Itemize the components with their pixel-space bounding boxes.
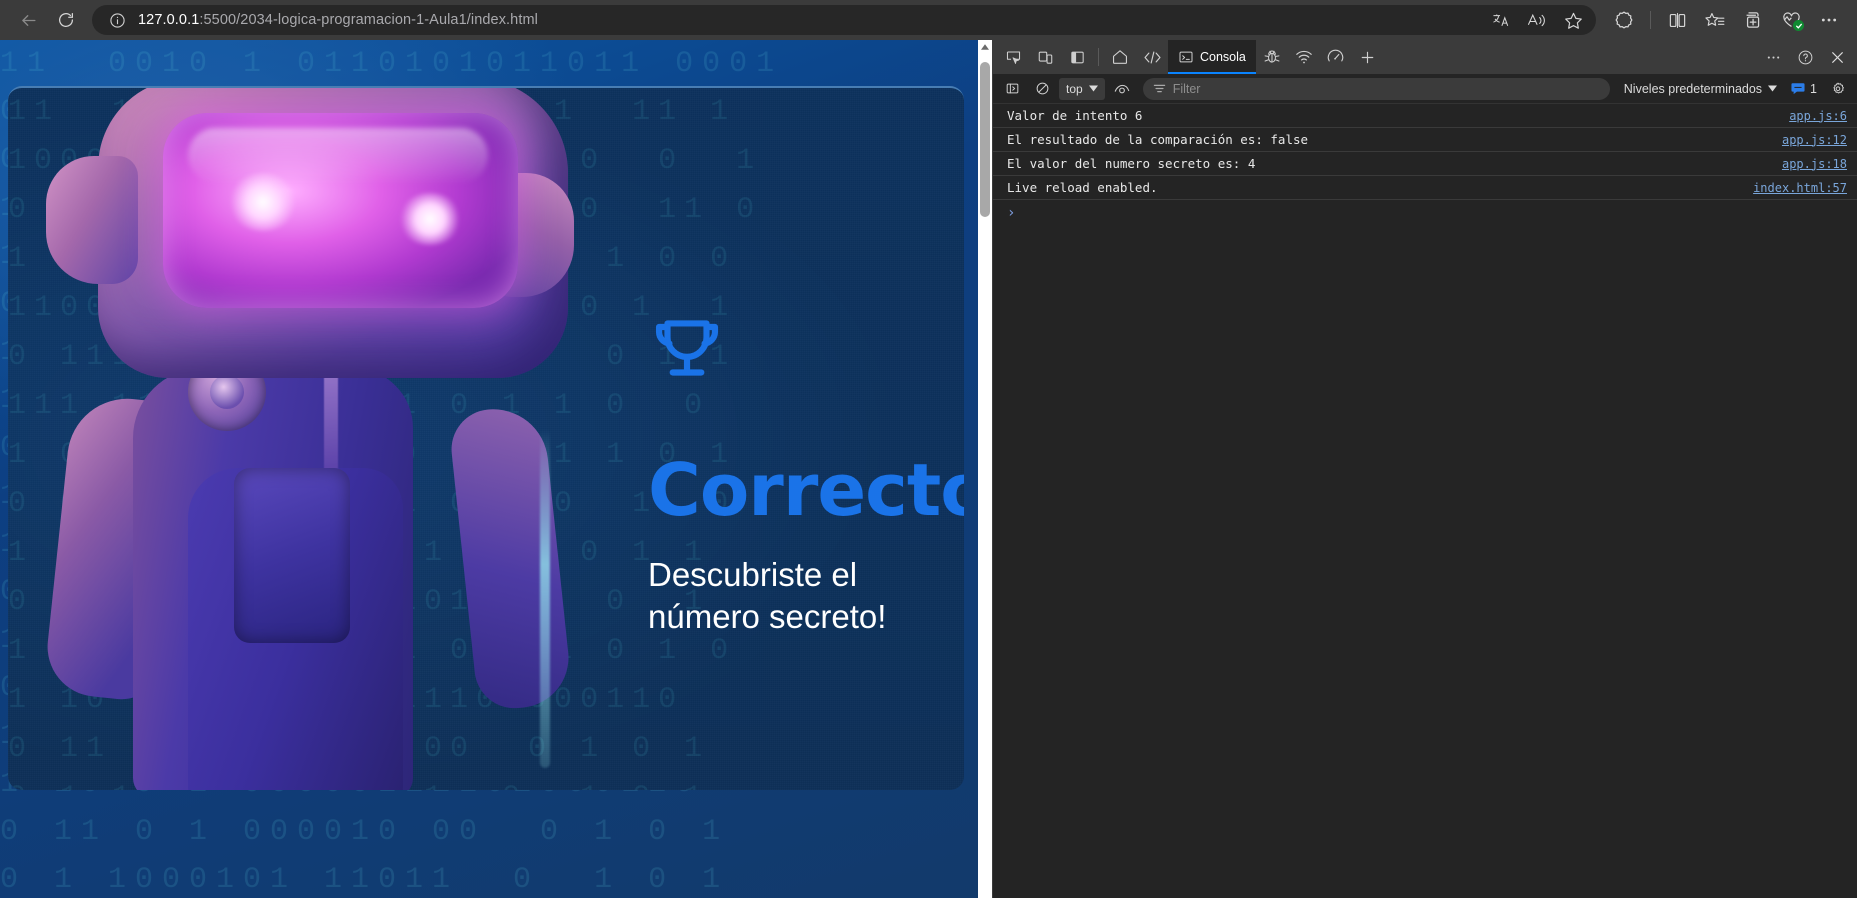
- url-host: 127.0.0.1: [138, 12, 200, 28]
- back-button[interactable]: [10, 5, 46, 35]
- binary-row: 0 11 0 1 000010 00 0 1 0 1: [0, 815, 730, 849]
- console-log-list: Valor de intento 6 app.js:6 El resultado d…: [993, 104, 1857, 898]
- site-information-icon[interactable]: [104, 7, 130, 33]
- close-devtools-icon[interactable]: [1821, 43, 1853, 71]
- performance-icon[interactable]: [1320, 43, 1352, 71]
- url-text[interactable]: 127.0.0.1:5500/2034-logica-programacion-…: [138, 12, 1484, 28]
- chevron-down-icon: [1088, 85, 1098, 92]
- chevron-down-icon: [1768, 85, 1778, 92]
- console-sidebar-icon[interactable]: [999, 77, 1025, 101]
- console-log-text: El resultado de la comparación es: false: [1007, 132, 1309, 147]
- message-bubble-icon: [1791, 83, 1805, 95]
- toolbar-divider: [1650, 11, 1651, 29]
- binary-row: 0 1 1000101 11011 0 1 0 1: [0, 863, 730, 897]
- console-input-prompt[interactable]: ›: [993, 200, 1857, 226]
- help-icon[interactable]: [1789, 43, 1821, 71]
- console-log-text: Valor de intento 6: [1007, 108, 1143, 123]
- devtools-panel: Consola top Filter Niveles predeterminad…: [992, 40, 1857, 898]
- console-log-row: El resultado de la comparación es: false…: [993, 128, 1857, 152]
- console-log-row: El valor del numero secreto es: 4 app.js:…: [993, 152, 1857, 176]
- message-count-value: 1: [1810, 81, 1817, 96]
- execution-context-value: top: [1066, 81, 1083, 96]
- tab-consola[interactable]: Consola: [1168, 40, 1256, 74]
- welcome-home-icon[interactable]: [1104, 43, 1136, 71]
- console-terminal-icon: [1179, 51, 1193, 63]
- copilot-icon[interactable]: [1606, 5, 1642, 35]
- console-log-row: Valor de intento 6 app.js:6: [993, 104, 1857, 128]
- result-message-block: Correcto Descubriste el número secreto!: [648, 313, 964, 638]
- live-expression-icon[interactable]: [1109, 77, 1135, 101]
- console-filter-placeholder: Filter: [1172, 81, 1201, 96]
- refresh-icon: [59, 12, 74, 28]
- refresh-button[interactable]: [48, 5, 84, 35]
- settings-gear-icon[interactable]: [1825, 77, 1851, 101]
- web-page-viewport: 11 0010 1 0110101011011 000101100 101010…: [0, 40, 978, 898]
- favorite-star-icon[interactable]: [1556, 6, 1590, 34]
- result-card: 11 101101000010 0 1 11 110000011 1 0 0 1…: [8, 86, 964, 790]
- back-arrow-icon: [21, 14, 36, 26]
- console-log-source-link[interactable]: app.js:12: [1782, 133, 1847, 147]
- binary-row: 11 0010 1 0110101011011 0001: [0, 47, 784, 81]
- devtools-tabbar: Consola: [993, 40, 1857, 74]
- console-log-text: El valor del numero secreto es: 4: [1007, 156, 1256, 171]
- sources-debugger-icon[interactable]: [1256, 43, 1288, 71]
- page-scrollbar[interactable]: [978, 40, 992, 898]
- console-log-source-link[interactable]: app.js:6: [1789, 109, 1847, 123]
- more-options-icon[interactable]: [1757, 43, 1789, 71]
- message-count-badge[interactable]: 1: [1787, 82, 1821, 96]
- collections-icon[interactable]: [1735, 5, 1771, 35]
- clear-console-icon[interactable]: [1029, 77, 1055, 101]
- console-filter-bar: top Filter Niveles predeterminados 1: [993, 74, 1857, 104]
- translate-icon[interactable]: [1484, 6, 1518, 34]
- dock-side-icon[interactable]: [1061, 43, 1093, 71]
- url-path: :5500/2034-logica-programacion-1-Aula1/i…: [199, 12, 538, 28]
- trophy-icon: [648, 313, 964, 396]
- more-tabs-plus-icon[interactable]: [1352, 43, 1384, 71]
- browser-essentials-icon[interactable]: [1773, 5, 1809, 35]
- console-log-source-link[interactable]: app.js:18: [1782, 157, 1847, 171]
- network-icon[interactable]: [1288, 43, 1320, 71]
- console-filter-input[interactable]: Filter: [1142, 77, 1610, 100]
- device-emulation-icon[interactable]: [1029, 43, 1061, 71]
- console-log-text: Live reload enabled.: [1007, 180, 1158, 195]
- content-row: 11 0010 1 0110101011011 000101100 101010…: [0, 40, 1857, 898]
- read-aloud-icon[interactable]: [1520, 6, 1554, 34]
- robot-astronaut-illustration: [38, 88, 574, 790]
- result-subline: Descubriste el número secreto!: [648, 556, 887, 636]
- tab-consola-label: Consola: [1200, 50, 1246, 64]
- log-levels-label: Niveles predeterminados: [1623, 81, 1763, 96]
- devtools-tabbar-divider: [1098, 48, 1099, 66]
- scrollbar-thumb[interactable]: [980, 62, 990, 217]
- execution-context-select[interactable]: top: [1059, 77, 1105, 100]
- console-log-row: Live reload enabled. index.html:57: [993, 176, 1857, 200]
- address-bar[interactable]: 127.0.0.1:5500/2034-logica-programacion-…: [92, 5, 1596, 35]
- browser-toolbar: 127.0.0.1:5500/2034-logica-programacion-…: [0, 0, 1857, 40]
- scrollbar-up-arrow[interactable]: [978, 40, 992, 54]
- inspect-element-icon[interactable]: [997, 43, 1029, 71]
- split-screen-icon[interactable]: [1659, 5, 1695, 35]
- console-log-source-link[interactable]: index.html:57: [1753, 181, 1847, 195]
- prompt-chevron-icon: ›: [1007, 205, 1016, 221]
- log-levels-select[interactable]: Niveles predeterminados: [1618, 82, 1783, 96]
- filter-icon: [1153, 84, 1165, 93]
- elements-icon[interactable]: [1136, 43, 1168, 71]
- status-check-badge: [1793, 20, 1804, 31]
- favorites-list-icon[interactable]: [1697, 5, 1733, 35]
- result-headline: Correcto: [648, 448, 964, 532]
- settings-and-more-icon[interactable]: [1811, 5, 1847, 35]
